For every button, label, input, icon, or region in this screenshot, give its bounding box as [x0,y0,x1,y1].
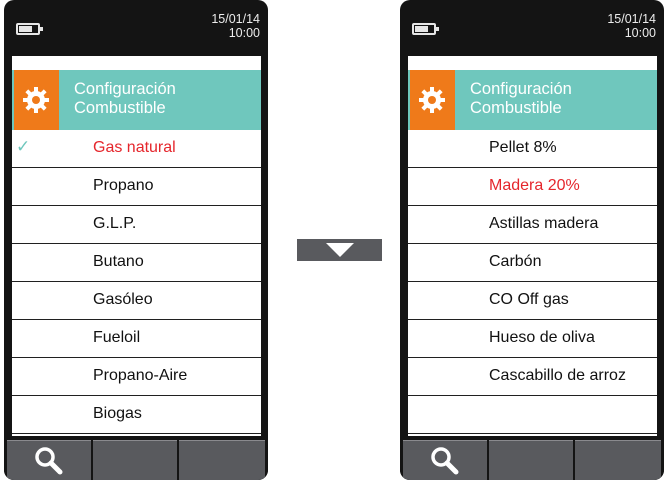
search-icon [431,447,459,475]
scroll-down-indicator [297,239,382,261]
list-item[interactable]: Hueso de oliva [408,320,657,358]
list-item-label: Madera 20% [489,177,580,194]
status-bar: 15/01/14 10:00 [400,0,664,55]
list-item[interactable]: Propano [12,168,261,206]
list-item[interactable]: Butano [12,244,261,282]
fuel-list: ✓ Gas natural Propano G.L.P. Butano Gasól… [12,130,261,434]
list-item-label: CO Off gas [489,291,569,308]
list-item[interactable]: Cascabillo de arroz [408,358,657,396]
list-item-label: Carbón [489,253,542,270]
search-button[interactable] [7,440,91,480]
gear-icon [419,87,445,113]
display-area: Configuración Combustible Pellet 8% Made… [408,56,657,436]
list-item-label: Gasóleo [93,291,153,308]
battery-icon [16,23,43,35]
list-item-label: Gas natural [93,139,176,156]
softkey-bar [4,437,268,480]
list-item[interactable]: Propano-Aire [12,358,261,396]
softkey-bar [400,437,664,480]
title-line-1: Configuración [470,80,572,98]
list-item[interactable]: G.L.P. [12,206,261,244]
list-item[interactable]: Astillas madera [408,206,657,244]
softkey-2-button[interactable] [93,440,177,480]
time-label: 10:00 [228,26,260,40]
list-item[interactable]: CO Off gas [408,282,657,320]
list-item[interactable] [408,396,657,434]
datetime: 15/01/14 10:00 [211,12,260,40]
list-item-label: Pellet 8% [489,139,557,156]
datetime: 15/01/14 10:00 [607,12,656,40]
device-screen-1: 15/01/14 10:00 Configuración Combustible… [4,0,268,480]
list-item-label: Fueloil [93,329,141,346]
title-line-2: Combustible [470,99,562,117]
title-line-2: Combustible [74,99,166,117]
page-title: Configuración Combustible [74,80,176,118]
softkey-3-button[interactable] [575,440,661,480]
gear-icon [23,87,49,113]
settings-tile [14,70,59,130]
list-item-label: Cascabillo de arroz [489,367,626,384]
triangle-down-icon [326,243,354,257]
softkey-3-button[interactable] [179,440,265,480]
settings-tile [410,70,455,130]
battery-icon [412,23,439,35]
list-item-label: Astillas madera [489,215,599,232]
fuel-list: Pellet 8% Madera 20% Astillas madera Car… [408,130,657,434]
list-item-label: Hueso de oliva [489,329,595,346]
search-icon [35,447,63,475]
menu-header: Configuración Combustible [12,70,261,130]
list-item[interactable]: Biogas [12,396,261,434]
display-area: Configuración Combustible ✓ Gas natural P… [12,56,261,436]
search-button[interactable] [403,440,487,480]
list-item[interactable]: Carbón [408,244,657,282]
list-item[interactable]: Fueloil [12,320,261,358]
page-title: Configuración Combustible [470,80,572,118]
status-bar: 15/01/14 10:00 [4,0,268,55]
list-item-label: G.L.P. [93,215,137,232]
title-line-1: Configuración [74,80,176,98]
menu-header: Configuración Combustible [408,70,657,130]
checkmark-icon: ✓ [16,137,31,156]
time-label: 10:00 [624,26,656,40]
list-item-label: Butano [93,253,144,270]
date-label: 15/01/14 [211,12,260,26]
list-item[interactable]: Madera 20% [408,168,657,206]
list-item[interactable]: ✓ Gas natural [12,130,261,168]
list-item[interactable]: Pellet 8% [408,130,657,168]
device-screen-2: 15/01/14 10:00 Configuración Combustible… [400,0,664,480]
list-item[interactable]: Gasóleo [12,282,261,320]
date-label: 15/01/14 [607,12,656,26]
softkey-2-button[interactable] [489,440,573,480]
list-item-label: Propano [93,177,154,194]
list-item-label: Propano-Aire [93,367,188,384]
list-item-label: Biogas [93,405,142,422]
